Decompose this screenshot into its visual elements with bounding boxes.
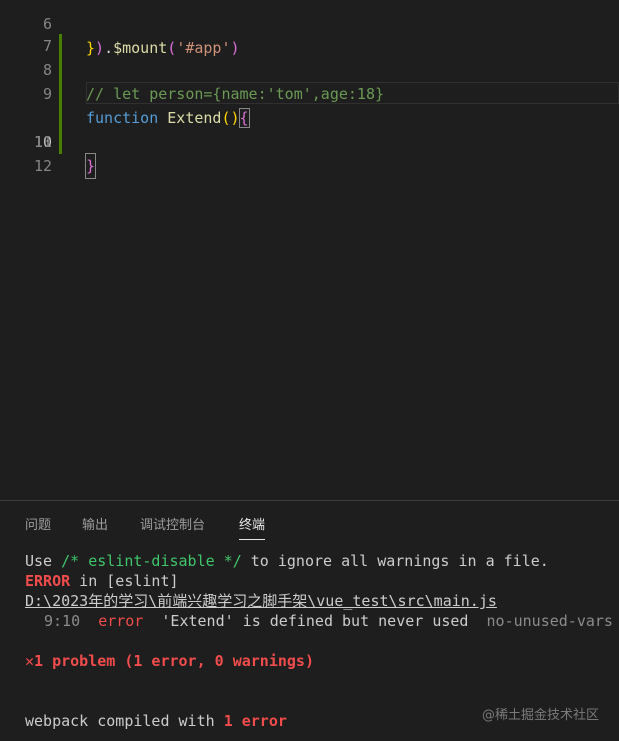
terminal-line-problem-summary: ✕1 problem (1 error, 0 warnings)	[25, 651, 314, 671]
watermark: @稀土掘金技术社区	[481, 708, 599, 723]
current-line-highlight	[86, 82, 619, 104]
close-brace: }	[84, 153, 97, 179]
terminal-line-compiled: webpack compiled with 1 error	[25, 712, 287, 730]
code-editor[interactable]: 6 }).$mount('#app') 7 8 // let person={n…	[0, 0, 619, 500]
error-location: 9:10	[44, 612, 81, 630]
tab-problems[interactable]: 问题	[25, 515, 51, 539]
code-line-12[interactable]: 12	[0, 130, 619, 175]
code-line-8[interactable]: 8 // let person={name:'tom',age:18}	[0, 34, 619, 103]
problem-summary: 1 problem (1 error, 0 warnings)	[34, 652, 314, 670]
bottom-panel: 问题 输出 调试控制台 终端 Use /* eslint-disable */ …	[0, 500, 619, 741]
line-number: 12	[33, 157, 52, 175]
tab-output[interactable]: 输出	[82, 515, 108, 539]
tab-terminal[interactable]: 终端	[239, 515, 266, 540]
error-rule: no-unused-vars	[486, 612, 613, 630]
code-line-7[interactable]: 7	[0, 10, 619, 55]
terminal-line-error-detail: 9:10 error 'Extend' is defined but never…	[44, 611, 613, 631]
tab-debug-console[interactable]: 调试控制台	[140, 515, 205, 539]
error-file-path-link[interactable]: D:\2023年的学习\前端兴趣学习之脚手架\vue_test\src\main…	[25, 591, 497, 611]
error-message: 'Extend' is defined but never used	[161, 612, 469, 630]
error-label: ERROR	[25, 572, 71, 590]
terminal-line-eslint-hint: Use /* eslint-disable */ to ignore all w…	[25, 552, 549, 570]
code-line-9[interactable]: 9 function Extend(){	[0, 58, 619, 128]
panel-tabs: 问题 输出 调试控制台 终端	[0, 501, 619, 547]
terminal-line-error-header: ERROR in [eslint]	[25, 572, 179, 590]
code-line-11[interactable]: 11 }	[0, 106, 619, 179]
compiled-error-count: 1 error	[223, 712, 287, 730]
eslint-disable-snippet: /* eslint-disable */	[61, 552, 242, 570]
code-line-10[interactable]: 10	[0, 82, 619, 151]
error-severity: error	[98, 612, 144, 630]
error-x-icon: ✕	[25, 652, 35, 670]
